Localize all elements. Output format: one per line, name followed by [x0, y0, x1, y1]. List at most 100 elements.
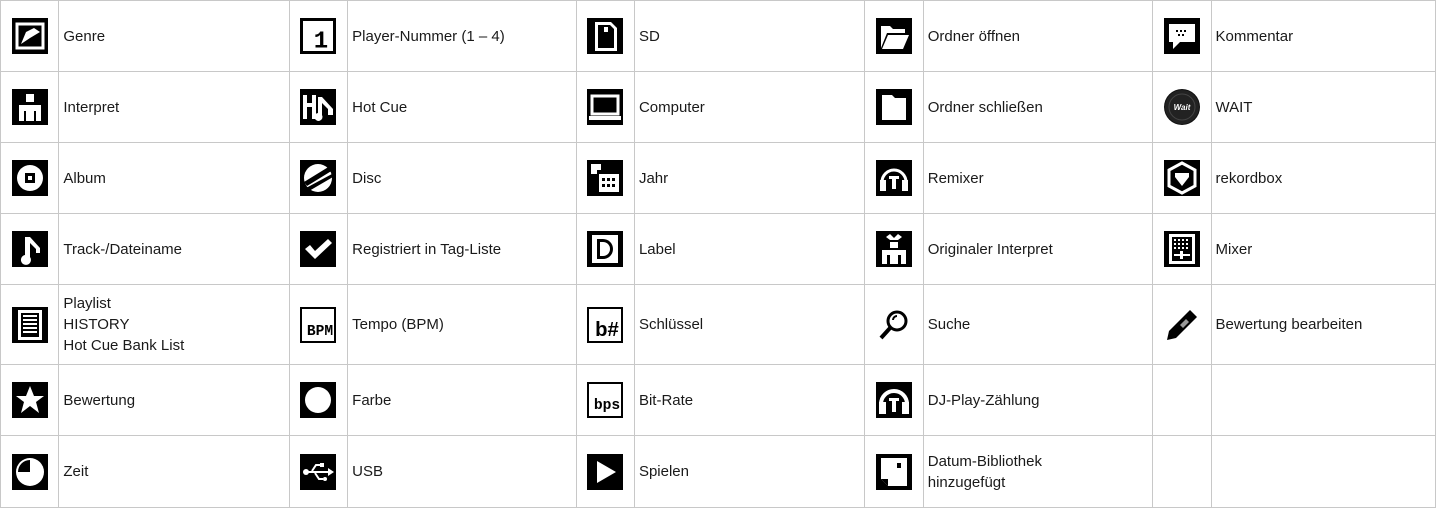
- bpm-icon: BPM: [300, 306, 337, 343]
- rating-star-icon: [11, 382, 48, 418]
- disc-icon: [300, 160, 337, 196]
- icon-cell: [288, 364, 349, 436]
- empty-cell: [1152, 364, 1212, 436]
- folder-closed-icon: [876, 89, 913, 125]
- playlist-icon: [11, 306, 48, 343]
- icon-label: Player-Nummer (1 – 4): [347, 0, 577, 72]
- icon-label: Bit-Rate: [633, 364, 866, 436]
- icon-cell: [575, 0, 635, 72]
- table-row: Interpret Hot Cue Computer Ordner schlie…: [0, 71, 1436, 143]
- icon-label: Mixer: [1210, 213, 1436, 285]
- icon-legend-table: Genre 1 Player-Nummer (1 – 4) SD Ordner …: [0, 0, 1436, 508]
- label-icon: [587, 231, 624, 267]
- icon-cell: [864, 142, 924, 214]
- rekordbox-icon: [1163, 160, 1200, 196]
- icon-cell: [0, 213, 60, 285]
- icon-label-multiline: Playlist HISTORY Hot Cue Bank List: [58, 284, 290, 365]
- icon-cell: [288, 142, 349, 214]
- wait-icon: Wait: [1163, 89, 1200, 125]
- icon-label: Suche: [922, 284, 1154, 365]
- bit-rate-glyph: bps: [594, 398, 620, 414]
- label-line: Datum-Bibliothek: [927, 452, 1042, 470]
- table-row: Zeit USB Spielen Datum-Bibliothek hinzug…: [0, 435, 1436, 508]
- icon-cell: [864, 71, 924, 143]
- icon-label: Remixer: [922, 142, 1154, 214]
- icon-cell: [864, 0, 924, 72]
- remixer-icon: [876, 160, 913, 196]
- icon-cell: [575, 142, 635, 214]
- label-line: HISTORY: [63, 316, 130, 333]
- player-number-glyph: 1: [314, 28, 328, 55]
- icon-label: Ordner schließen: [922, 71, 1154, 143]
- checkmark-icon: [300, 231, 337, 267]
- table-row: Bewertung Farbe bps Bit-Rate DJ-Play-Zäh…: [0, 364, 1436, 436]
- icon-cell: [288, 213, 349, 285]
- icon-label: Jahr: [633, 142, 866, 214]
- player-number-icon: 1: [300, 18, 337, 55]
- icon-label: Tempo (BPM): [347, 284, 577, 365]
- table-row: Playlist HISTORY Hot Cue Bank List BPM T…: [0, 284, 1436, 365]
- table-row: Track-/Dateiname Registriert in Tag-List…: [0, 213, 1436, 285]
- icon-cell: [1152, 0, 1212, 72]
- icon-cell: [0, 435, 60, 508]
- computer-icon: [587, 89, 624, 125]
- icon-label-multiline: Datum-Bibliothek hinzugefügt: [922, 435, 1154, 508]
- label-line: Playlist: [63, 295, 111, 312]
- key-icon: b#: [587, 306, 624, 343]
- label-line: Hot Cue Bank List: [63, 337, 185, 354]
- icon-cell: [0, 284, 60, 365]
- search-icon: [876, 306, 913, 343]
- mixer-icon: [1163, 231, 1200, 267]
- original-artist-icon: [876, 231, 913, 267]
- icon-label: Computer: [633, 71, 866, 143]
- icon-label: Track-/Dateiname: [58, 213, 290, 285]
- icon-cell: [575, 71, 635, 143]
- icon-cell: [0, 71, 60, 143]
- date-added-icon: [876, 453, 913, 490]
- table-row: Genre 1 Player-Nummer (1 – 4) SD Ordner …: [0, 0, 1436, 72]
- icon-label: Label: [633, 213, 866, 285]
- empty-cell: [1210, 364, 1436, 436]
- icon-cell: [864, 213, 924, 285]
- track-icon: [11, 231, 48, 267]
- icon-label: rekordbox: [1210, 142, 1436, 214]
- bpm-glyph: BPM: [307, 323, 334, 339]
- icon-cell: [575, 435, 635, 508]
- icon-label: DJ-Play-Zählung: [922, 364, 1154, 436]
- wait-glyph: Wait: [1173, 103, 1190, 112]
- icon-cell: [1152, 213, 1212, 285]
- label-line: hinzugefügt: [927, 473, 1006, 491]
- sd-card-icon: [587, 18, 624, 54]
- dj-play-count-icon: [876, 382, 913, 418]
- icon-label: Spielen: [633, 435, 866, 508]
- table-row: Album Disc Jahr Remixer rekordbox: [0, 142, 1436, 214]
- icon-cell: [864, 364, 924, 436]
- icon-label: Genre: [58, 0, 290, 72]
- folder-open-icon: [876, 18, 913, 54]
- hot-cue-icon: [300, 89, 337, 125]
- icon-cell: [1152, 142, 1212, 214]
- edit-rating-icon: [1163, 306, 1200, 343]
- icon-label: Hot Cue: [347, 71, 577, 143]
- icon-label: Ordner öffnen: [922, 0, 1154, 72]
- icon-label: Originaler Interpret: [922, 213, 1154, 285]
- icon-label: USB: [347, 435, 577, 508]
- icon-cell: bps: [575, 364, 635, 436]
- icon-label: Album: [58, 142, 290, 214]
- icon-label: Kommentar: [1210, 0, 1436, 72]
- icon-cell: [0, 364, 60, 436]
- icon-cell: BPM: [288, 284, 349, 365]
- icon-label: Zeit: [58, 435, 290, 508]
- icon-cell: [288, 71, 349, 143]
- album-icon: [11, 160, 48, 196]
- icon-cell: [0, 142, 60, 214]
- icon-cell: [864, 435, 924, 508]
- icon-cell: b#: [575, 284, 635, 365]
- year-icon: [587, 160, 624, 196]
- icon-label: Farbe: [347, 364, 577, 436]
- genre-icon: [11, 18, 48, 54]
- usb-icon: [300, 453, 337, 490]
- icon-label: Schlüssel: [633, 284, 866, 365]
- icon-cell: Wait: [1152, 71, 1212, 143]
- key-glyph: b#: [595, 319, 619, 341]
